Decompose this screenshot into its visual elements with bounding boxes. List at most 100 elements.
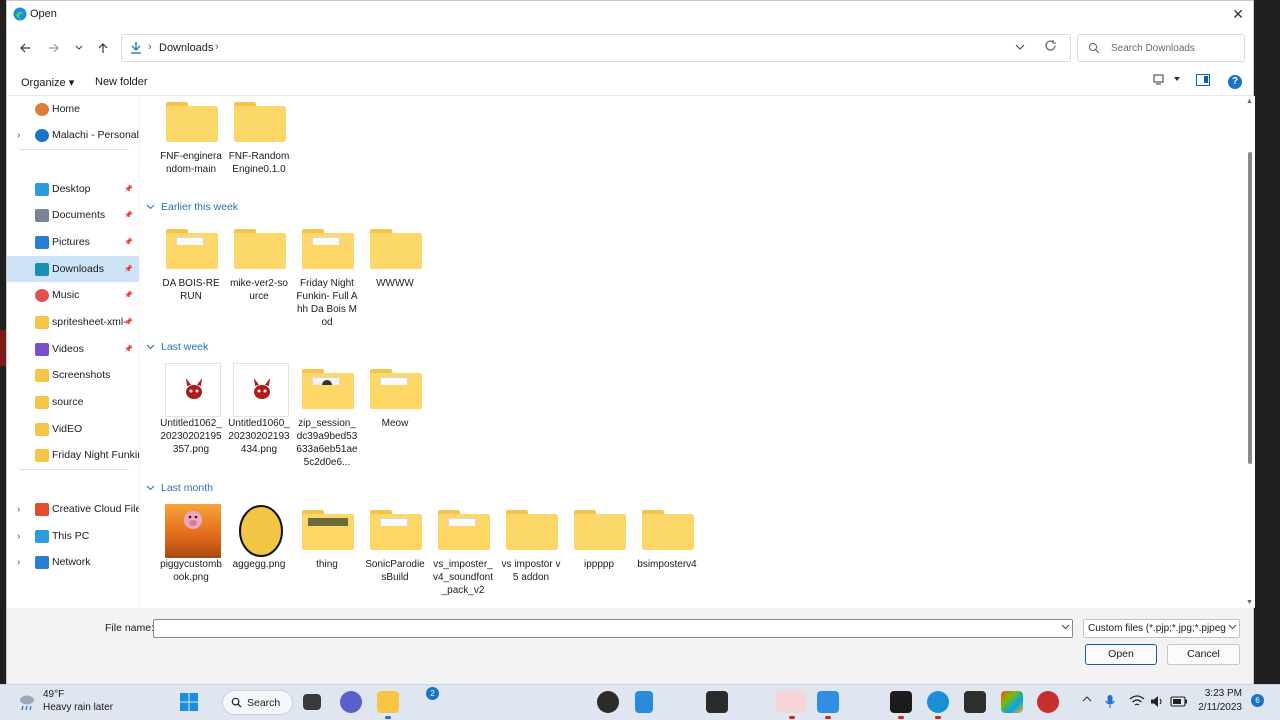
vertical-scrollbar[interactable]: ▲ ▼ <box>1245 96 1255 608</box>
folder-item[interactable]: mike-ver2-source <box>228 223 290 303</box>
filter-dropdown[interactable] <box>1228 622 1237 633</box>
sidebar-item-network[interactable]: › Network <box>7 549 139 575</box>
organize-menu-button[interactable]: Organize ▾ <box>21 76 74 89</box>
file-explorer-icon[interactable] <box>377 691 399 713</box>
folder-item[interactable]: Friday Night Funkin- Full Ahh Da Bois Mo… <box>296 223 358 329</box>
windows-start-icon[interactable] <box>179 692 199 712</box>
app-icon-pink[interactable] <box>776 691 806 713</box>
file-item[interactable]: Untitled1060_20230202193434.png <box>228 363 290 456</box>
7zip-icon[interactable] <box>706 691 728 713</box>
back-button[interactable] <box>15 39 35 57</box>
store-app-icon[interactable] <box>1001 691 1023 713</box>
show-hidden-icons[interactable] <box>1082 694 1092 707</box>
file-item[interactable]: piggycustombook.png <box>160 504 222 584</box>
game-app-icon[interactable] <box>1037 691 1059 713</box>
file-item[interactable]: aggegg.png <box>228 504 290 571</box>
navigation-bar: › Downloads › Search Downloads <box>7 28 1253 68</box>
file-type-filter[interactable]: Custom files (*.pjp;*.jpg;*.pjpeg <box>1083 619 1240 638</box>
folder-item[interactable]: WWWW <box>364 223 426 290</box>
app-icon-blue[interactable] <box>817 691 839 713</box>
scroll-up-icon[interactable]: ▲ <box>1246 98 1253 105</box>
sidebar-item-screenshots[interactable]: Screenshots <box>7 362 139 388</box>
group-header-last-month[interactable]: Last month <box>146 480 213 496</box>
sidebar-item-video[interactable]: VidEO <box>7 416 139 442</box>
sidebar-item-pictures[interactable]: Pictures 📌 <box>7 229 139 255</box>
up-button[interactable] <box>93 39 113 57</box>
rain-cloud-icon[interactable] <box>16 691 38 713</box>
folder-item[interactable]: SonicParodiesBuild <box>364 504 426 584</box>
wifi-icon[interactable] <box>1129 695 1145 708</box>
close-button[interactable]: ✕ <box>1223 1 1253 28</box>
new-folder-button[interactable]: New folder <box>95 76 148 88</box>
folder-item[interactable]: vs_imposter_v4_soundfont_pack_v2 <box>432 504 494 597</box>
group-header-earlier[interactable]: Earlier this week <box>146 199 238 215</box>
obs-icon[interactable] <box>597 691 619 713</box>
chevron-right-icon[interactable]: › <box>17 130 20 141</box>
sidebar-item-desktop[interactable]: Desktop 📌 <box>7 176 139 202</box>
folder-item[interactable]: Meow <box>364 363 426 430</box>
task-view-icon[interactable] <box>303 694 321 710</box>
search-placeholder[interactable]: Search Downloads <box>1111 43 1195 54</box>
chevron-right-icon[interactable]: › <box>17 531 20 542</box>
folder-item[interactable]: FNF-enginerandom-main <box>160 96 222 176</box>
notification-center-badge[interactable]: 6 <box>1251 694 1264 707</box>
folder-item[interactable]: FNF-RandomEngine0.1.0 <box>228 96 290 176</box>
sidebar-item-this-pc[interactable]: › This PC <box>7 523 139 549</box>
clock-date[interactable]: 2/11/2023 <box>1190 702 1242 713</box>
microphone-icon[interactable] <box>1104 694 1116 710</box>
folder-item[interactable]: bsimposterv4 <box>636 504 698 571</box>
recent-locations-button[interactable] <box>69 39 89 57</box>
volume-icon[interactable] <box>1150 695 1164 708</box>
notion-icon[interactable] <box>890 691 912 713</box>
file-item[interactable]: Untitled1062_20230202195357.png <box>160 363 222 456</box>
folder-icon <box>502 504 560 554</box>
battery-icon[interactable] <box>1170 696 1188 707</box>
sidebar-item-spritesheet-xml[interactable]: spritesheet-xml- 📌 <box>7 309 139 335</box>
help-button[interactable]: ? <box>1228 75 1242 89</box>
sidebar-item-friday-night-funkin[interactable]: Friday Night Funkin <box>7 442 139 468</box>
scrollbar-thumb[interactable] <box>1248 152 1252 464</box>
folder-item[interactable]: zip_session_dc39a9bed53633a6eb51ae5c2d0e… <box>296 363 358 469</box>
sidebar-item-source[interactable]: source <box>7 389 139 415</box>
change-view-button[interactable] <box>1153 74 1164 88</box>
sidebar-item-videos[interactable]: Videos 📌 <box>7 336 139 362</box>
sidebar-item-home[interactable]: Home <box>7 96 139 122</box>
sidebar-item-creative-cloud-files[interactable]: › Creative Cloud Files <box>7 496 139 522</box>
weather-temperature[interactable]: 49°F <box>43 689 64 700</box>
weather-description[interactable]: Heavy rain later <box>43 702 113 713</box>
cancel-button[interactable]: Cancel <box>1167 644 1240 665</box>
chevron-down-icon <box>1015 44 1025 50</box>
file-name-dropdown[interactable] <box>1061 622 1070 633</box>
sidebar-item-documents[interactable]: Documents 📌 <box>7 202 139 228</box>
sidebar-item-music[interactable]: Music 📌 <box>7 282 139 308</box>
preview-pane-button[interactable] <box>1196 74 1210 86</box>
scroll-down-icon[interactable]: ▼ <box>1246 599 1253 606</box>
edge-taskbar-icon[interactable] <box>927 691 949 713</box>
terminal-icon[interactable] <box>964 691 986 713</box>
chevron-right-icon[interactable]: › <box>17 504 20 515</box>
folder-item[interactable]: thing <box>296 504 358 571</box>
file-name-input[interactable] <box>153 619 1073 638</box>
sidebar-item-malachi-personal[interactable]: › Malachi - Personal <box>7 122 139 148</box>
group-header-last-week[interactable]: Last week <box>146 339 208 355</box>
teams-chat-icon[interactable] <box>340 691 362 713</box>
clock-time[interactable]: 3:23 PM <box>1200 688 1242 699</box>
file-name-label: zip_session_dc39a9bed53633a6eb51ae5c2d0e… <box>296 418 358 468</box>
folder-item[interactable]: DA BOIS-RERUN <box>160 223 222 303</box>
address-history-button[interactable] <box>1015 41 1025 55</box>
taskbar-search-button[interactable]: Search <box>222 690 293 715</box>
open-button[interactable]: Open <box>1085 644 1157 665</box>
folder-item[interactable]: vs impostor v5 addon <box>500 504 562 584</box>
notepad-icon[interactable] <box>635 691 653 713</box>
breadcrumb-downloads[interactable]: Downloads <box>159 42 213 54</box>
breadcrumb-separator[interactable]: › <box>215 41 219 53</box>
breadcrumb-separator[interactable]: › <box>148 41 152 53</box>
search-box[interactable]: Search Downloads <box>1077 34 1245 62</box>
view-options-button[interactable] <box>1173 75 1181 85</box>
sidebar-item-downloads[interactable]: Downloads 📌 <box>7 256 139 282</box>
refresh-button[interactable] <box>1044 39 1057 55</box>
address-bar[interactable]: › Downloads › <box>121 34 1071 62</box>
chevron-right-icon[interactable]: › <box>17 557 20 568</box>
folder-item[interactable]: ippppp <box>568 504 630 571</box>
forward-button[interactable] <box>44 39 64 57</box>
